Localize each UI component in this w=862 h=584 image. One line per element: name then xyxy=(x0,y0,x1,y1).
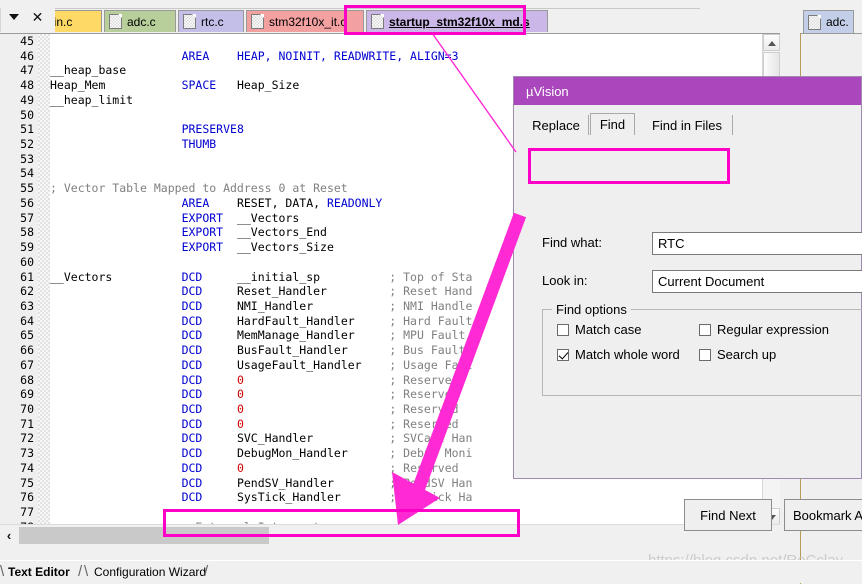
checkbox-label: Search up xyxy=(717,347,777,362)
look-in-label: Look in: xyxy=(542,273,588,288)
tab-find[interactable]: Find xyxy=(590,113,635,135)
find-next-button[interactable]: Find Next xyxy=(684,499,772,531)
button-label: Find Next xyxy=(700,507,756,523)
document-icon xyxy=(808,14,821,30)
find-options-label: Find options xyxy=(552,302,631,317)
scroll-up-button[interactable] xyxy=(763,34,780,51)
annotation-box-code-line xyxy=(163,509,520,537)
checkbox-box[interactable] xyxy=(699,323,711,336)
annotation-box-active-tab xyxy=(344,5,526,35)
checkbox-match-case[interactable]: Match case xyxy=(557,322,641,337)
document-icon xyxy=(109,14,122,29)
bookmark-all-button[interactable]: Bookmark Al xyxy=(784,499,862,531)
tab-adc[interactable]: adc. xyxy=(803,10,854,33)
find-what-label: Find what: xyxy=(542,235,602,250)
tab-label: Replace xyxy=(532,117,580,133)
tab-label: Text Editor xyxy=(8,565,70,579)
look-in-combobox[interactable]: Current Document xyxy=(652,270,862,293)
tab-label: Find xyxy=(599,117,626,132)
checkbox-search-up[interactable]: Search up xyxy=(699,347,776,362)
tab-bar-controls: ✕ xyxy=(0,8,55,32)
tab-label: Configuration Wizard xyxy=(94,565,207,579)
document-icon xyxy=(251,14,264,29)
tab-find-in-files[interactable]: Find in Files xyxy=(642,115,733,135)
tab-replace[interactable]: Replace xyxy=(524,115,589,135)
dialog-title: µVision xyxy=(526,83,569,99)
tab-list-dropdown-icon[interactable] xyxy=(9,14,19,20)
find-what-row: Find what: RTC xyxy=(542,232,862,256)
checkbox-label: Regular expression xyxy=(717,322,830,337)
checkbox-label: Match whole word xyxy=(575,347,680,362)
tab-rtc-c[interactable]: rtc.c xyxy=(178,10,244,32)
tab-label: adc. xyxy=(826,15,849,29)
document-icon xyxy=(183,14,196,29)
look-in-row: Look in: Current Document xyxy=(542,270,862,294)
look-in-value: Current Document xyxy=(658,274,765,289)
close-icon[interactable]: ✕ xyxy=(31,10,44,24)
tab-label: stm32f10x_it.c xyxy=(269,14,347,29)
tab-configuration-wizard[interactable]: Configuration Wizard xyxy=(94,564,206,580)
button-label: Bookmark Al xyxy=(793,507,862,523)
find-dialog[interactable]: µVision Replace Find Find in Files Find … xyxy=(513,76,862,531)
application-window: main.cadc.crtc.cstm32f10x_it.cstartup_st… xyxy=(0,0,862,584)
tab-adc-c[interactable]: adc.c xyxy=(104,10,176,32)
checkbox-match-whole-word[interactable]: Match whole word xyxy=(557,347,680,362)
annotation-box-find-what xyxy=(528,148,730,184)
checkbox-box[interactable] xyxy=(557,348,569,361)
checkbox-regular-expression[interactable]: Regular expression xyxy=(699,322,829,337)
tab-label: adc.c xyxy=(127,14,156,29)
checkbox-box[interactable] xyxy=(557,323,569,336)
editor-mode-tab-bar: \ Text Editor / \ Configuration Wizard / xyxy=(0,560,862,583)
find-what-value: RTC xyxy=(658,236,685,251)
tab-text-editor[interactable]: Text Editor xyxy=(8,564,70,580)
dialog-title-bar: µVision xyxy=(514,77,861,105)
tab-label: rtc.c xyxy=(201,14,224,29)
checkbox-label: Match case xyxy=(575,322,642,337)
tab-label: Find in Files xyxy=(651,117,723,133)
checkbox-box[interactable] xyxy=(699,348,711,361)
find-what-input[interactable]: RTC xyxy=(652,232,862,255)
scroll-left-button[interactable]: ‹ xyxy=(0,525,18,546)
dialog-tab-bar: Replace Find Find in Files xyxy=(524,113,861,135)
